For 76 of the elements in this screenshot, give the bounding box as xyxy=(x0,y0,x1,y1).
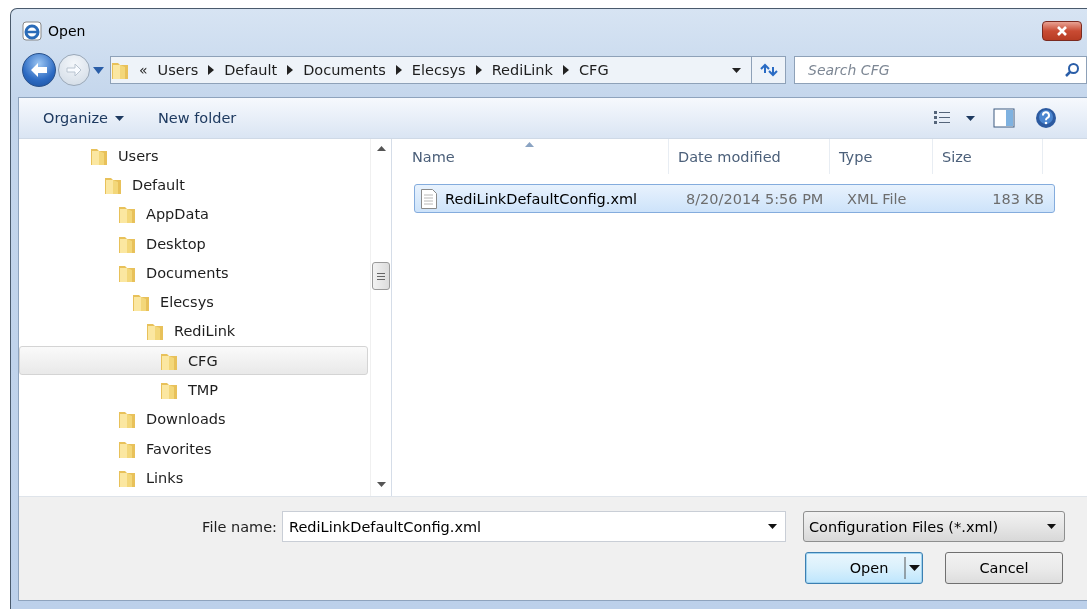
caret-icon xyxy=(904,557,922,579)
dropdown-caret-icon xyxy=(1047,524,1056,529)
tree-item[interactable]: TMP xyxy=(19,375,368,405)
breadcrumb[interactable]: Users xyxy=(157,62,199,78)
search-input[interactable]: Search CFG xyxy=(806,61,1064,79)
refresh-icon xyxy=(759,63,778,77)
history-caret-icon[interactable] xyxy=(93,66,104,74)
help-icon xyxy=(1035,107,1057,129)
back-button[interactable] xyxy=(22,53,56,87)
column-header[interactable]: Size xyxy=(933,139,1043,174)
refresh-button[interactable] xyxy=(752,56,786,84)
tree-item[interactable]: Desktop xyxy=(19,228,368,259)
tree-item[interactable]: Links xyxy=(19,463,368,493)
folder-icon xyxy=(118,409,136,430)
file-name-field[interactable]: RediLinkDefaultConfig.xml xyxy=(282,511,786,542)
tree-item[interactable]: Downloads xyxy=(19,404,368,434)
dialog-button[interactable]: Cancel xyxy=(945,552,1063,584)
address-bar[interactable]: « Users Default Documents Elecsys RediLink CFG xyxy=(110,56,752,84)
document-icon xyxy=(421,188,437,209)
scrollbar[interactable] xyxy=(370,139,391,496)
file-name-input[interactable]: RediLinkDefaultConfig.xml xyxy=(289,518,768,535)
toolbar-button[interactable]: New folder xyxy=(149,104,245,132)
file-row[interactable]: RediLinkDefaultConfig.xml 8/20/2014 5:56 PM XML File 183 KB xyxy=(414,184,1055,213)
window-title: Open xyxy=(48,23,86,39)
date-modified: 8/20/2014 5:56 PM xyxy=(685,190,825,207)
list-view-icon xyxy=(934,111,952,125)
split-button[interactable]: Open xyxy=(805,552,923,584)
tree-item[interactable]: CFG xyxy=(19,346,368,376)
separator-arrow-icon[interactable] xyxy=(395,65,402,75)
breadcrumb[interactable]: Elecsys xyxy=(411,62,466,78)
pane-icon xyxy=(993,108,1015,128)
folder-icon xyxy=(160,380,178,400)
column-header[interactable]: Date modified xyxy=(669,139,830,174)
overflow-chevron[interactable]: « xyxy=(139,62,148,78)
tree-item[interactable]: Default xyxy=(19,170,368,200)
file-size: 183 KB xyxy=(991,190,1045,207)
search-icon xyxy=(1064,62,1080,78)
tree-item[interactable]: Favorites xyxy=(19,433,368,464)
file-type-dropdown[interactable]: Configuration Files (*.xml) xyxy=(803,511,1065,542)
separator-arrow-icon[interactable] xyxy=(475,65,482,75)
separator-arrow-icon[interactable] xyxy=(208,65,215,75)
column-header[interactable]: Name xyxy=(403,139,669,174)
tree-item[interactable]: Documents xyxy=(19,258,368,288)
dropdown-caret-icon[interactable] xyxy=(768,524,777,529)
tree-item[interactable]: Elecsys xyxy=(19,287,368,317)
toolbar-button[interactable]: Organize xyxy=(35,104,132,132)
close-button[interactable] xyxy=(1042,21,1082,41)
forward-arrow-icon xyxy=(66,63,82,77)
file-name: RediLinkDefaultConfig.xml xyxy=(445,190,638,207)
folder-icon xyxy=(132,292,150,313)
back-arrow-icon xyxy=(30,62,48,78)
file-name-label: File name: xyxy=(201,518,277,535)
tree-item[interactable]: AppData xyxy=(19,199,368,229)
folder-icon xyxy=(118,204,136,225)
breadcrumb[interactable]: RediLink xyxy=(491,62,553,78)
grip-icon xyxy=(377,272,385,280)
tree-item[interactable]: RediLink xyxy=(19,316,368,347)
separator-arrow-icon[interactable] xyxy=(287,65,294,75)
close-icon xyxy=(1055,25,1069,37)
dropdown-caret-icon[interactable] xyxy=(732,67,741,73)
folder-icon xyxy=(111,60,129,80)
scroll-down-icon[interactable] xyxy=(376,482,386,487)
file-type: XML File xyxy=(846,190,908,207)
scroll-thumb[interactable] xyxy=(372,262,390,290)
caret-icon xyxy=(114,115,124,121)
scroll-up-icon[interactable] xyxy=(376,146,386,151)
search-field[interactable]: Search CFG xyxy=(794,56,1087,84)
breadcrumb[interactable]: Documents xyxy=(303,62,386,78)
browser-icon xyxy=(22,21,42,41)
column-header[interactable]: Type xyxy=(830,139,933,174)
separator-arrow-icon[interactable] xyxy=(562,65,569,75)
breadcrumb[interactable]: CFG xyxy=(578,62,609,78)
tree-item[interactable]: Users xyxy=(19,141,368,171)
folder-icon xyxy=(146,321,164,342)
breadcrumb[interactable]: Default xyxy=(224,62,278,78)
caret-icon xyxy=(966,115,975,121)
